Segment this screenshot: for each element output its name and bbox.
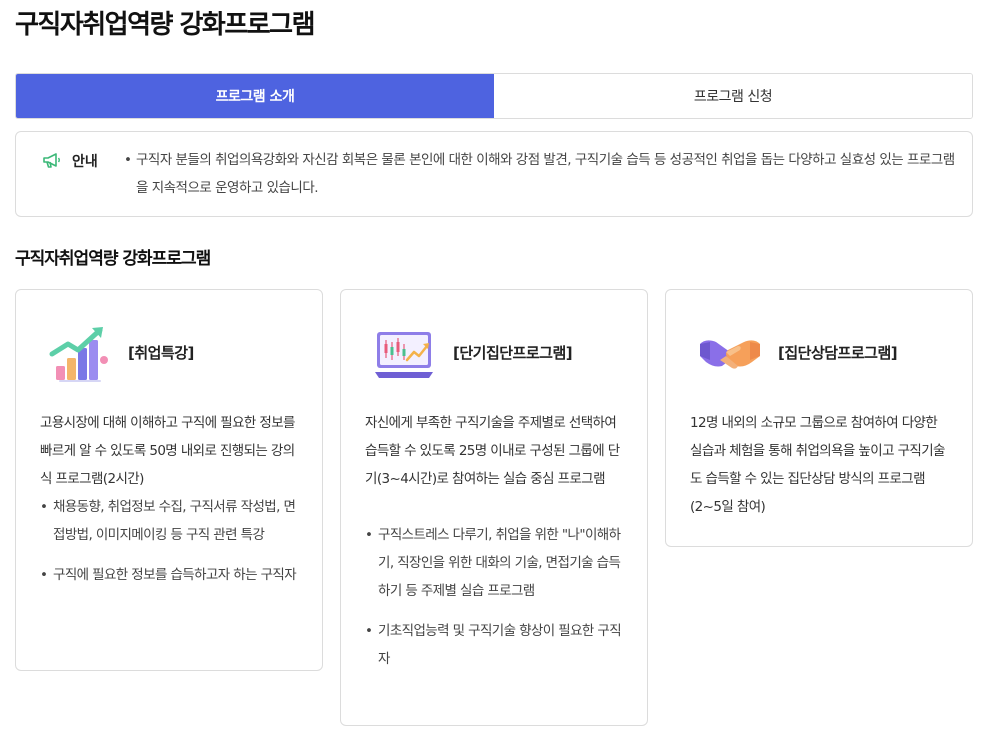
program-card-lecture: [취업특강] 고용시장에 대해 이해하고 구직에 필요한 정보를 빠르게 알 수… bbox=[15, 289, 323, 671]
stock-monitor-icon bbox=[375, 332, 433, 378]
list-item: 구직에 필요한 정보를 습득하고자 하는 구직자 bbox=[40, 561, 302, 589]
list-item: 구직스트레스 다루기, 취업을 위한 "나"이해하기, 직장인을 위한 대화의 … bbox=[365, 521, 627, 605]
list-item: 채용동향, 취업정보 수집, 구직서류 작성법, 면접방법, 이미지메이킹 등 … bbox=[40, 493, 302, 549]
tab-program-apply[interactable]: 프로그램 신청 bbox=[494, 74, 972, 118]
megaphone-icon bbox=[43, 153, 60, 168]
program-card-group-counseling: [집단상담프로그램] 12명 내외의 소규모 그룹으로 참여하여 다양한 실습과… bbox=[665, 289, 973, 547]
handshake-icon bbox=[700, 340, 760, 369]
notice-label: 안내 bbox=[72, 154, 98, 170]
card-title: [취업특강] bbox=[128, 344, 194, 362]
list-item: 기초직업능력 및 구직기술 향상이 필요한 구직자 bbox=[365, 617, 627, 673]
card-title: [단기집단프로그램] bbox=[453, 344, 573, 362]
card-bullet-list: 채용동향, 취업정보 수집, 구직서류 작성법, 면접방법, 이미지메이킹 등 … bbox=[40, 493, 302, 601]
card-title: [집단상담프로그램] bbox=[778, 344, 898, 362]
card-description: 고용시장에 대해 이해하고 구직에 필요한 정보를 빠르게 알 수 있도록 50… bbox=[40, 415, 295, 487]
page-title: 구직자취업역량 강화프로그램 bbox=[15, 10, 316, 40]
growth-chart-icon bbox=[49, 327, 108, 382]
notice-text: 구직자 분들의 취업의욕강화와 자신감 회복은 물론 본인에 대한 이해와 강점… bbox=[124, 146, 956, 202]
tab-program-intro[interactable]: 프로그램 소개 bbox=[16, 74, 494, 118]
program-card-short-group: [단기집단프로그램] 자신에게 부족한 구직기술을 주제별로 선택하여 습득할 … bbox=[340, 289, 648, 726]
notice-box: 안내 구직자 분들의 취업의욕강화와 자신감 회복은 물론 본인에 대한 이해와… bbox=[15, 131, 973, 217]
card-bullet-list: 구직스트레스 다루기, 취업을 위한 "나"이해하기, 직장인을 위한 대화의 … bbox=[365, 521, 627, 685]
card-description: 자신에게 부족한 구직기술을 주제별로 선택하여 습득할 수 있도록 25명 이… bbox=[365, 415, 620, 487]
section-title: 구직자취업역량 강화프로그램 bbox=[15, 249, 211, 269]
program-tabs: 프로그램 소개 프로그램 신청 bbox=[15, 73, 973, 119]
card-description: 12명 내외의 소규모 그룹으로 참여하여 다양한 실습과 체험을 통해 취업의… bbox=[690, 415, 945, 515]
